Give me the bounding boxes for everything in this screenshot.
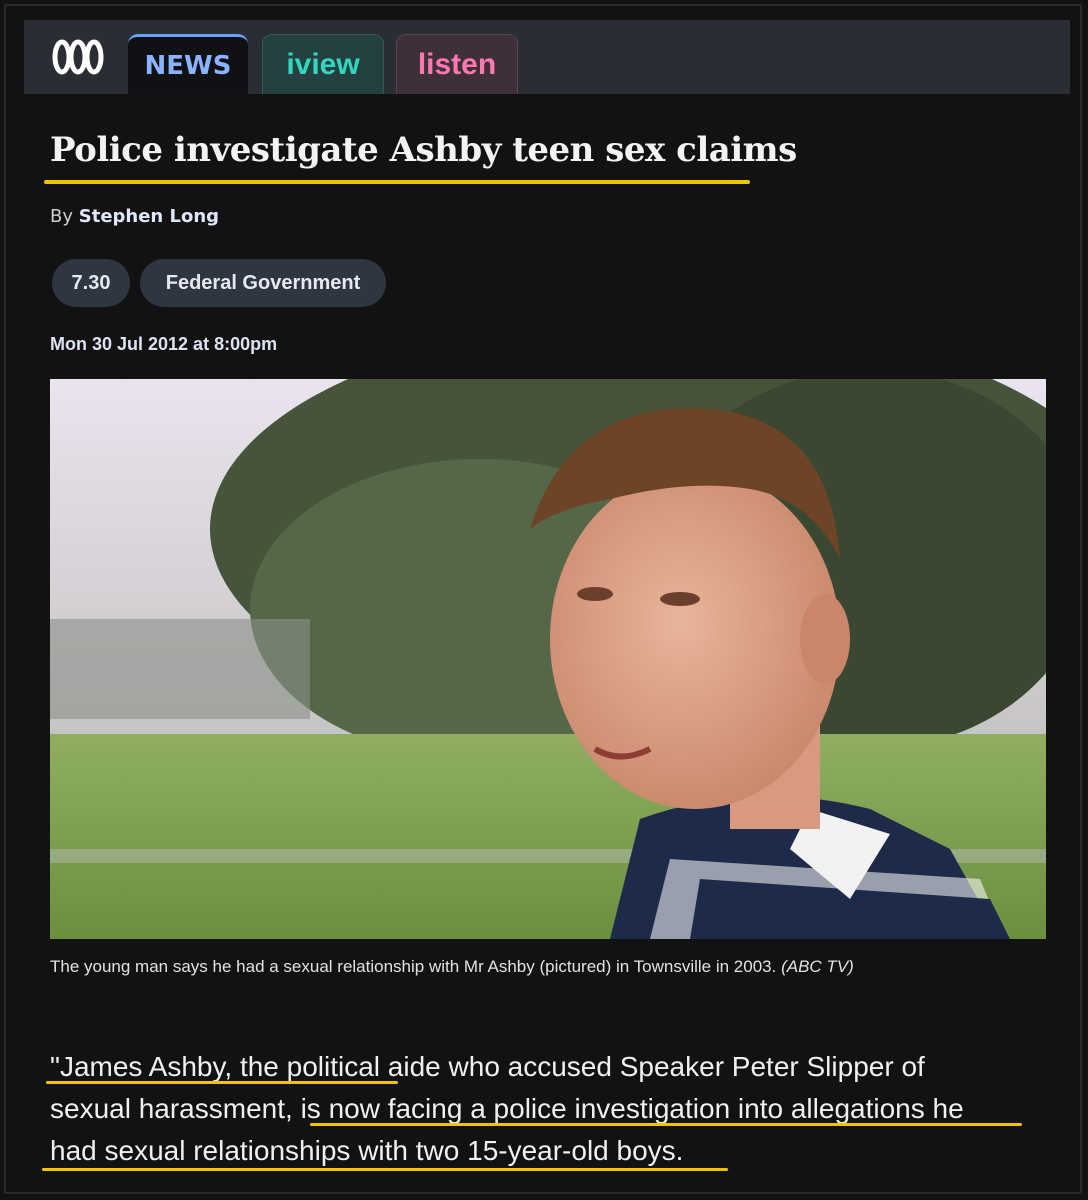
author-link[interactable]: Stephen Long (79, 206, 219, 227)
article-quote: "James Ashby, the political aide who acc… (50, 1046, 1050, 1172)
tag-federal-government-label: Federal Government (165, 271, 361, 294)
tab-iview-label: iview (286, 47, 360, 81)
quote-highlight (42, 1168, 728, 1171)
article-headline: Police investigate Ashby teen sex claims (50, 130, 797, 170)
tag-730[interactable]: 7.30 (52, 259, 130, 307)
tab-iview[interactable]: iview (262, 34, 384, 94)
tag-730-label: 7.30 (71, 271, 111, 294)
quote-highlight (46, 1081, 398, 1084)
byline-prefix: By (50, 206, 74, 227)
article-photo (50, 379, 1046, 939)
tab-listen[interactable]: listen (396, 34, 518, 94)
tab-news[interactable]: NEWS (128, 34, 248, 94)
caption-credit: (ABC TV) (781, 957, 854, 976)
headline-highlight (44, 180, 750, 184)
publish-date: Mon 30 Jul 2012 at 8:00pm (50, 334, 278, 354)
abc-logo-icon[interactable] (52, 38, 104, 76)
top-navigation: NEWS iview listen (24, 20, 1070, 94)
tag-federal-government[interactable]: Federal Government (140, 259, 386, 307)
quote-highlight (310, 1123, 1022, 1126)
quote-line: had sexual relationships with two 15-yea… (50, 1135, 684, 1166)
tab-news-label: NEWS (144, 50, 232, 81)
article-photo-illustration (50, 379, 1046, 939)
caption-text: The young man says he had a sexual relat… (50, 957, 777, 976)
byline: By Stephen Long (50, 206, 219, 227)
photo-caption: The young man says he had a sexual relat… (50, 957, 854, 977)
tab-listen-label: listen (417, 47, 497, 81)
